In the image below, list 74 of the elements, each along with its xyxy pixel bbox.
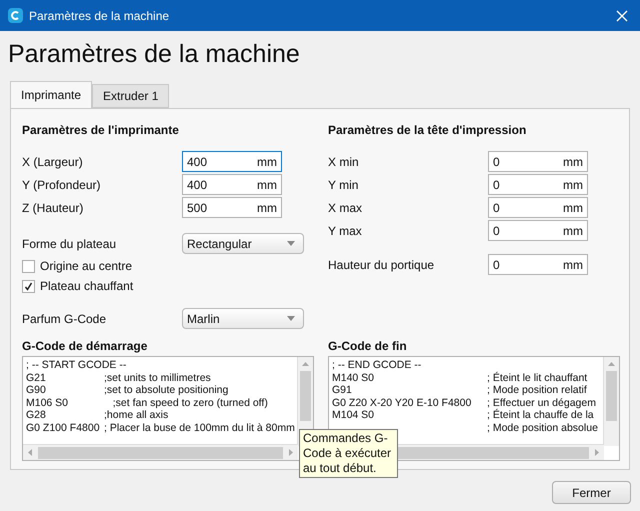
section-title: G-Code de fin	[328, 338, 408, 355]
field-label: X min	[328, 154, 360, 170]
scroll-left-icon	[28, 449, 32, 456]
app-logo-icon	[8, 8, 23, 23]
number-field[interactable]: 0 mm	[488, 220, 588, 241]
code-comment: ; Éteint le lit chauffant	[487, 372, 588, 384]
code-text: ; -- START GCODE --	[26, 359, 126, 371]
dropdown[interactable]: Marlin	[182, 308, 304, 329]
field-label: Y min	[328, 176, 360, 194]
field-label: Z (Hauteur)	[22, 200, 84, 216]
number-field[interactable]: 0 mm	[488, 151, 588, 172]
unit-label: mm	[257, 200, 277, 216]
code-text: G0 Z100 F4800	[26, 422, 100, 434]
field-label: Forme du plateau	[22, 236, 118, 252]
code-text: M140 S0	[332, 372, 374, 384]
unit-label: mm	[563, 222, 583, 240]
unit-label: mm	[563, 256, 583, 274]
code-comment: ; Mode position relatif	[487, 384, 587, 396]
unit-label: mm	[257, 176, 277, 194]
code-text: M104 S0	[332, 409, 374, 421]
code-text: G91	[332, 384, 352, 396]
dropdown[interactable]: Rectangular	[182, 233, 304, 254]
vertical-scrollbar[interactable]	[603, 357, 619, 446]
caret-icon	[287, 316, 295, 321]
checkbox[interactable]	[22, 260, 35, 272]
code-text: G90	[26, 384, 46, 396]
close-icon	[616, 10, 628, 22]
close-dialog-button[interactable]: Fermer	[552, 481, 631, 504]
window-title: Paramètres de la machine	[29, 8, 170, 24]
checkbox[interactable]	[22, 280, 35, 292]
code-text: M106 S0	[26, 396, 68, 408]
number-field[interactable]: 0 mm	[488, 197, 588, 218]
code-comment: ; Effectuer un dégagem	[487, 396, 596, 408]
field-label: Hauteur du portique	[328, 256, 436, 274]
horizontal-scrollbar[interactable]	[23, 444, 298, 460]
code-comment: ;set units to millimetres	[104, 372, 211, 384]
checkbox-label: Origine au centre	[40, 258, 132, 275]
number-field[interactable]: 400 mm	[182, 174, 282, 195]
unit-label: mm	[563, 176, 583, 194]
code-comment: ;home all axis	[104, 409, 168, 422]
tab[interactable]: Extruder 1	[92, 84, 170, 108]
code-comment: ;set to absolute positioning	[104, 384, 228, 396]
code-text: ; -- END GCODE --	[332, 359, 422, 371]
scroll-right-icon	[289, 449, 293, 456]
scroll-right-icon	[595, 449, 599, 456]
number-field[interactable]: 0 mm	[488, 174, 588, 195]
page-heading: Paramètres de la machine	[8, 39, 301, 69]
tab[interactable]: Imprimante	[10, 81, 92, 108]
field-label: Parfum G-Code	[22, 310, 108, 328]
caret-icon	[287, 241, 295, 246]
number-field[interactable]: 400 mm	[182, 151, 282, 172]
field-label: X max	[328, 200, 364, 216]
code-comment: ;set fan speed to zero (turned off)	[112, 396, 268, 409]
checkbox-label: Plateau chauffant	[40, 278, 134, 295]
number-field[interactable]: 0 mm	[488, 254, 588, 275]
field-label: X (Largeur)	[22, 154, 84, 170]
field-label: Y (Profondeur)	[22, 176, 102, 194]
code-text: G28	[26, 409, 46, 421]
code-comment: ; Mode position absolue	[487, 422, 598, 434]
section-title: Paramètres de l'imprimante	[22, 122, 180, 139]
scroll-up-icon	[302, 362, 309, 366]
scroll-up-icon	[608, 362, 615, 366]
tooltip: Commandes G-Code à exécuter au tout début.	[299, 429, 398, 478]
section-title: Paramètres de la tête d'impression	[328, 122, 528, 139]
code-comment: ; Placer la buse de 100mm du lit à 80mm	[104, 422, 295, 434]
unit-label: mm	[257, 154, 277, 170]
code-comment: ; Éteint la chauffe de la	[487, 409, 594, 422]
field-label: Y max	[328, 222, 363, 240]
unit-label: mm	[563, 200, 583, 216]
code-text: G21	[26, 372, 46, 384]
number-field[interactable]: 500 mm	[182, 197, 282, 218]
code-text: G0 Z20 X-20 Y20 E-10 F4800	[332, 396, 472, 408]
section-title: G-Code de démarrage	[22, 338, 148, 355]
unit-label: mm	[563, 154, 583, 170]
